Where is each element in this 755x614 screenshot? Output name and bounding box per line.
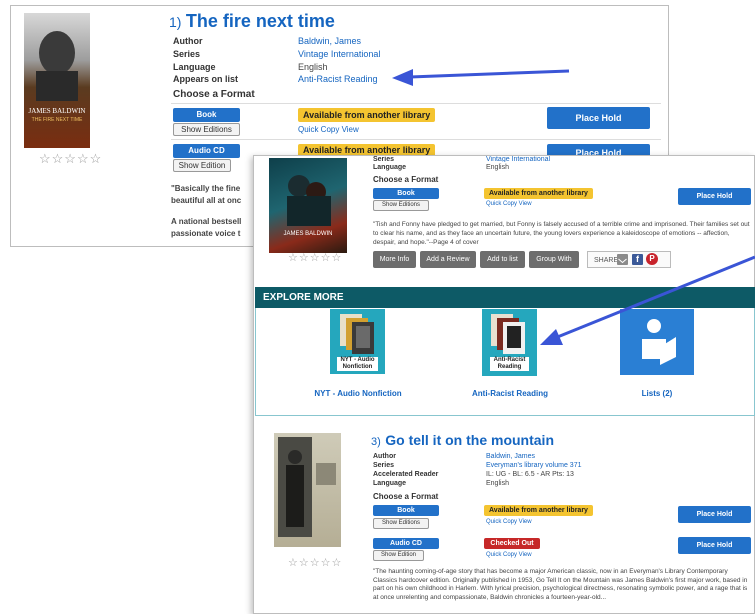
language-value: English	[298, 62, 328, 72]
couple-illustration-icon	[287, 175, 331, 226]
book-cover-fire-next-time[interactable]: JAMES BALDWIN THE FIRE NEXT TIME	[24, 13, 90, 148]
star-rating[interactable]: ☆☆☆☆☆	[39, 151, 102, 167]
person-reading-icon	[642, 319, 676, 365]
author-label: Author	[173, 36, 203, 46]
result-title-row: 3) Go tell it on the mountain	[371, 432, 554, 450]
availability-badge: Available from another library	[484, 505, 593, 516]
show-edition-button[interactable]: Show Edition	[373, 550, 424, 561]
lists-tile[interactable]	[620, 309, 694, 375]
book-cover-beale-street[interactable]: JAMES BALDWIN	[269, 158, 347, 253]
cover-author-text: JAMES BALDWIN	[28, 107, 86, 115]
availability-badge: Available from another library	[298, 108, 436, 122]
description-text: "The haunting coming-of-age story that h…	[373, 568, 748, 601]
place-hold-button[interactable]: Place Hold	[678, 188, 751, 205]
explore-more-header: EXPLORE MORE	[255, 287, 755, 308]
format-book-button[interactable]: Book	[173, 108, 240, 122]
show-editions-button[interactable]: Show Editions	[373, 518, 429, 529]
choose-format-label: Choose a Format	[173, 89, 255, 100]
description-line: A national bestsell	[171, 217, 242, 226]
result-number: 1)	[169, 14, 182, 30]
language-label: Language	[373, 164, 407, 171]
series-link[interactable]: Vintage International	[486, 156, 550, 162]
result-title-link[interactable]: The fire next time	[186, 11, 335, 31]
place-hold-button[interactable]: Place Hold	[547, 107, 650, 129]
format-book-button[interactable]: Book	[373, 505, 439, 516]
format-divider	[171, 103, 661, 104]
add-to-list-button[interactable]: Add to list	[480, 251, 525, 268]
cover-title-text: THE FIRE NEXT TIME	[31, 117, 83, 123]
format-audio-cd-button[interactable]: Audio CD	[173, 144, 240, 158]
series-link[interactable]: Everyman's library volume 371	[486, 462, 581, 469]
list-link-anti-racist[interactable]: Anti-Racist Reading	[298, 74, 378, 84]
format-audio-cd-button[interactable]: Audio CD	[373, 538, 439, 549]
show-edition-button[interactable]: Show Edition	[173, 159, 231, 172]
screenshot-root: JAMES BALDWIN THE FIRE NEXT TIME ☆☆☆☆☆ 1…	[0, 0, 755, 614]
accelerated-reader-label: Accelerated Reader	[373, 471, 439, 478]
format-book-button[interactable]: Book	[373, 188, 439, 199]
show-editions-button[interactable]: Show Editions	[173, 123, 240, 136]
result-number: 3)	[371, 436, 381, 448]
language-label: Language	[173, 62, 216, 72]
series-label: Series	[373, 156, 395, 162]
quick-copy-view-link[interactable]: Quick Copy View	[486, 552, 532, 558]
availability-badge: Available from another library	[484, 188, 593, 199]
anti-racist-reading-link[interactable]: Anti-Racist Reading	[450, 389, 570, 398]
author-photo-icon	[278, 437, 336, 537]
series-label: Series	[173, 49, 201, 59]
description-line: passionate voice t	[171, 229, 241, 238]
language-label: Language	[373, 480, 407, 487]
quick-copy-view-link[interactable]: Quick Copy View	[486, 519, 532, 525]
lists-link[interactable]: Lists (2)	[597, 389, 717, 398]
anti-racist-reading-tile[interactable]: Anti-Racist Reading	[482, 309, 537, 376]
place-hold-button[interactable]: Place Hold	[678, 537, 751, 554]
show-editions-button[interactable]: Show Editions	[373, 200, 429, 211]
checked-out-badge: Checked Out	[484, 538, 540, 549]
series-link[interactable]: Vintage International	[298, 49, 380, 59]
email-share-icon[interactable]	[617, 254, 628, 265]
place-hold-button[interactable]: Place Hold	[678, 506, 751, 523]
choose-format-label: Choose a Format	[373, 492, 439, 501]
author-label: Author	[373, 453, 396, 460]
cover-author-text: JAMES BALDWIN	[283, 231, 333, 237]
quick-copy-view-link[interactable]: Quick Copy View	[298, 125, 359, 134]
result-title-link[interactable]: Go tell it on the mountain	[385, 432, 554, 448]
facebook-share-icon[interactable]: f	[632, 254, 643, 265]
author-link[interactable]: Baldwin, James	[298, 36, 361, 46]
author-portrait-icon	[36, 31, 78, 101]
star-rating[interactable]: ☆☆☆☆☆	[288, 251, 342, 264]
appears-on-list-label: Appears on list	[173, 74, 239, 84]
tile-caption: Anti-Racist Reading	[490, 357, 529, 371]
tile-caption: NYT - Audio Nonfiction	[337, 357, 378, 371]
language-value: English	[486, 480, 509, 487]
nyt-audio-nonfiction-tile[interactable]: NYT - Audio Nonfiction	[330, 309, 385, 374]
star-rating[interactable]: ☆☆☆☆☆	[288, 556, 342, 569]
language-value: English	[486, 164, 509, 171]
group-with-button[interactable]: Group With	[529, 251, 579, 268]
choose-format-label: Choose a Format	[373, 175, 439, 184]
series-label: Series	[373, 462, 395, 469]
quick-copy-view-link[interactable]: Quick Copy View	[486, 201, 532, 207]
add-review-button[interactable]: Add a Review	[420, 251, 476, 268]
description-line: beautiful all at onc	[171, 196, 242, 205]
share-bar: SHARE	[587, 251, 671, 268]
description-line: "Basically the fine	[171, 184, 241, 193]
description-text: "Tish and Fonny have pledged to get marr…	[373, 221, 750, 246]
accelerated-reader-value: IL: UG - BL: 6.5 - AR Pts: 13	[486, 471, 574, 478]
format-divider	[171, 139, 661, 140]
nyt-audio-nonfiction-link[interactable]: NYT - Audio Nonfiction	[298, 389, 418, 398]
author-link[interactable]: Baldwin, James	[486, 453, 535, 460]
book-cover-go-tell-it[interactable]	[274, 433, 341, 547]
share-label: SHARE	[594, 257, 619, 264]
more-info-button[interactable]: More Info	[373, 251, 416, 268]
pinterest-share-icon[interactable]: P	[646, 253, 658, 265]
result-title-row: 1) The fire next time	[169, 11, 335, 32]
